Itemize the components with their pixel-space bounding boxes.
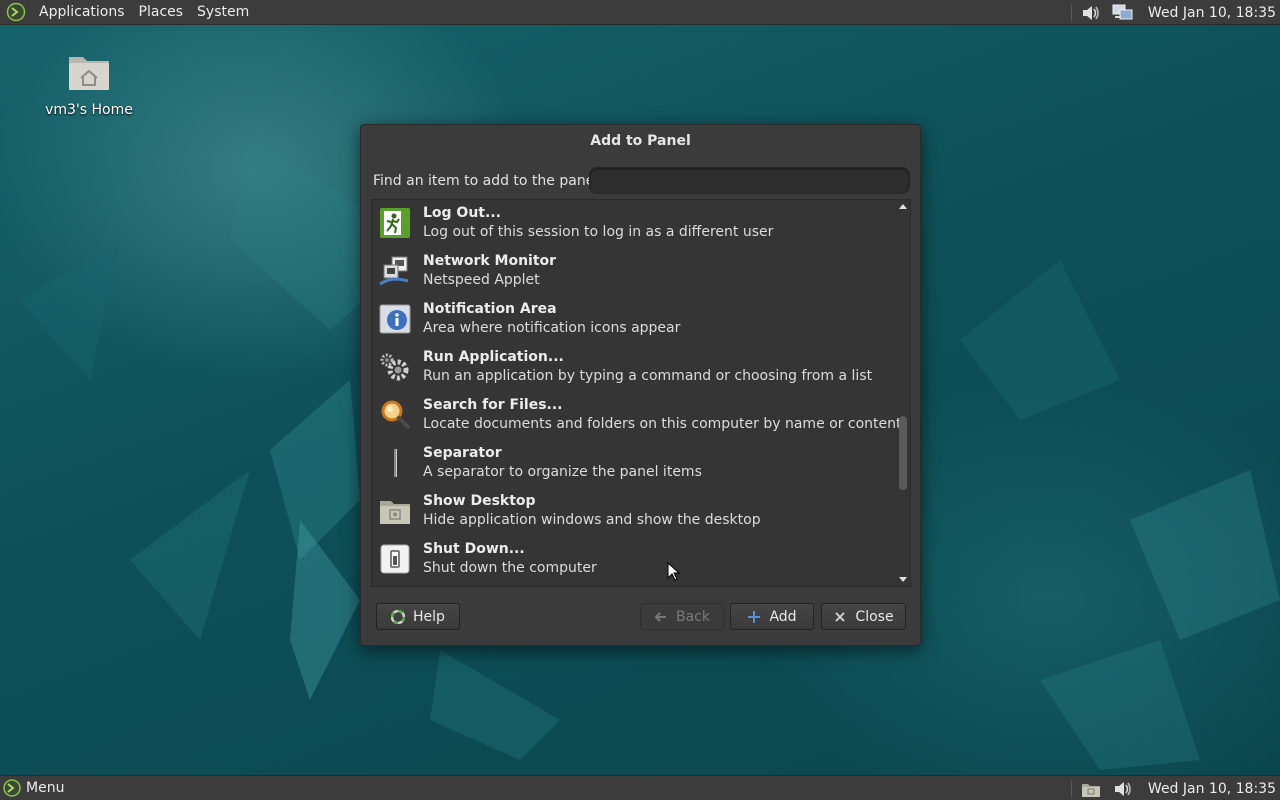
- item-title: Separator: [423, 445, 502, 461]
- tray-separator: [1070, 4, 1072, 21]
- list-item-separator[interactable]: Separator A separator to organize the pa…: [372, 440, 896, 488]
- search-files-icon: [381, 400, 410, 429]
- list-item-search-files[interactable]: Search for Files... Locate documents and…: [372, 392, 902, 440]
- mouse-pointer-icon: [667, 562, 681, 581]
- help-label: Help: [413, 608, 445, 625]
- close-x-icon: [835, 611, 846, 622]
- list-item-shut-down[interactable]: Shut Down... Shut down the computer: [372, 536, 896, 584]
- scroll-thumb[interactable]: [899, 416, 907, 490]
- notification-area-icon: [379, 304, 411, 334]
- list-item-notification-area[interactable]: Notification Area Area where notificatio…: [372, 296, 896, 344]
- mate-logo-icon[interactable]: [6, 2, 26, 22]
- list-scrollbar[interactable]: [896, 200, 910, 586]
- item-desc: Hide application windows and show the de…: [423, 512, 761, 528]
- system-menu[interactable]: System: [190, 0, 256, 25]
- home-folder-desktop-icon[interactable]: vm3's Home: [38, 48, 140, 118]
- add-label: Add: [769, 608, 797, 625]
- add-to-panel-dialog: Add to Panel Find an item to add to the …: [360, 124, 921, 646]
- show-desktop-icon: [380, 501, 410, 524]
- network-monitor-icon: [379, 256, 409, 286]
- item-desc: Locate documents and folders on this com…: [423, 416, 902, 432]
- scroll-up-arrow-icon[interactable]: [899, 204, 907, 209]
- item-desc: A separator to organize the panel items: [423, 464, 702, 480]
- network-icon[interactable]: [1112, 3, 1134, 23]
- add-button[interactable]: Add: [730, 603, 814, 630]
- logout-icon: [380, 208, 410, 238]
- list-item-run-application[interactable]: Run Application... Run an application by…: [372, 344, 896, 392]
- tray-separator: [1070, 780, 1072, 797]
- add-plus-icon: [748, 610, 761, 623]
- top-clock[interactable]: Wed Jan 10, 18:35: [1148, 5, 1276, 21]
- back-button[interactable]: Back: [640, 603, 724, 630]
- home-folder-icon: [69, 57, 109, 90]
- back-label: Back: [676, 608, 710, 625]
- close-label: Close: [855, 608, 894, 625]
- list-item-network-monitor[interactable]: Network Monitor Netspeed Applet: [372, 248, 896, 296]
- top-tray: Wed Jan 10, 18:35: [1070, 0, 1276, 25]
- shutdown-icon: [380, 544, 410, 574]
- item-title: Show Desktop: [423, 493, 536, 509]
- item-title: Notification Area: [423, 301, 557, 317]
- run-application-icon: [380, 353, 409, 381]
- show-desktop-tray-icon[interactable]: [1080, 779, 1102, 799]
- item-title: Log Out...: [423, 205, 501, 221]
- scroll-down-arrow-icon[interactable]: [899, 577, 907, 582]
- item-desc: Netspeed Applet: [423, 272, 540, 288]
- dialog-title[interactable]: Add to Panel: [361, 125, 920, 157]
- item-title: Shut Down...: [423, 541, 525, 557]
- close-button[interactable]: Close: [821, 603, 906, 630]
- item-title: Search for Files...: [423, 397, 563, 413]
- volume-icon[interactable]: [1112, 779, 1134, 799]
- search-input[interactable]: [589, 167, 910, 194]
- menu-logo-icon[interactable]: [2, 778, 22, 798]
- item-desc: Log out of this session to log in as a d…: [423, 224, 774, 240]
- volume-icon[interactable]: [1080, 3, 1102, 23]
- item-desc: Shut down the computer: [423, 560, 597, 576]
- menu-button[interactable]: Menu: [26, 776, 71, 800]
- item-desc: Run an application by typing a command o…: [423, 368, 873, 384]
- panel-items-list[interactable]: Log Out... Log out of this session to lo…: [371, 199, 911, 587]
- back-arrow-icon: [654, 611, 666, 622]
- list-item-log-out[interactable]: Log Out... Log out of this session to lo…: [372, 200, 896, 248]
- find-label: Find an item to add to the panel:: [373, 173, 603, 189]
- places-menu[interactable]: Places: [132, 0, 191, 25]
- item-desc: Area where notification icons appear: [423, 320, 681, 336]
- help-lifebuoy-icon: [391, 609, 406, 624]
- separator-icon: [394, 449, 397, 477]
- home-folder-label: vm3's Home: [45, 102, 133, 118]
- bottom-clock[interactable]: Wed Jan 10, 18:35: [1148, 781, 1276, 797]
- list-item-show-desktop[interactable]: Show Desktop Hide application windows an…: [372, 488, 896, 536]
- applications-menu[interactable]: Applications: [32, 0, 132, 25]
- bottom-tray: Wed Jan 10, 18:35: [1070, 776, 1276, 800]
- bottom-panel: Menu Wed Jan 10, 18:35: [0, 775, 1280, 800]
- find-row: Find an item to add to the panel:: [373, 167, 910, 195]
- item-title: Run Application...: [423, 349, 564, 365]
- top-panel: Applications Places System Wed Jan 10, 1…: [0, 0, 1280, 25]
- item-title: Network Monitor: [423, 253, 557, 269]
- help-button[interactable]: Help: [376, 603, 460, 630]
